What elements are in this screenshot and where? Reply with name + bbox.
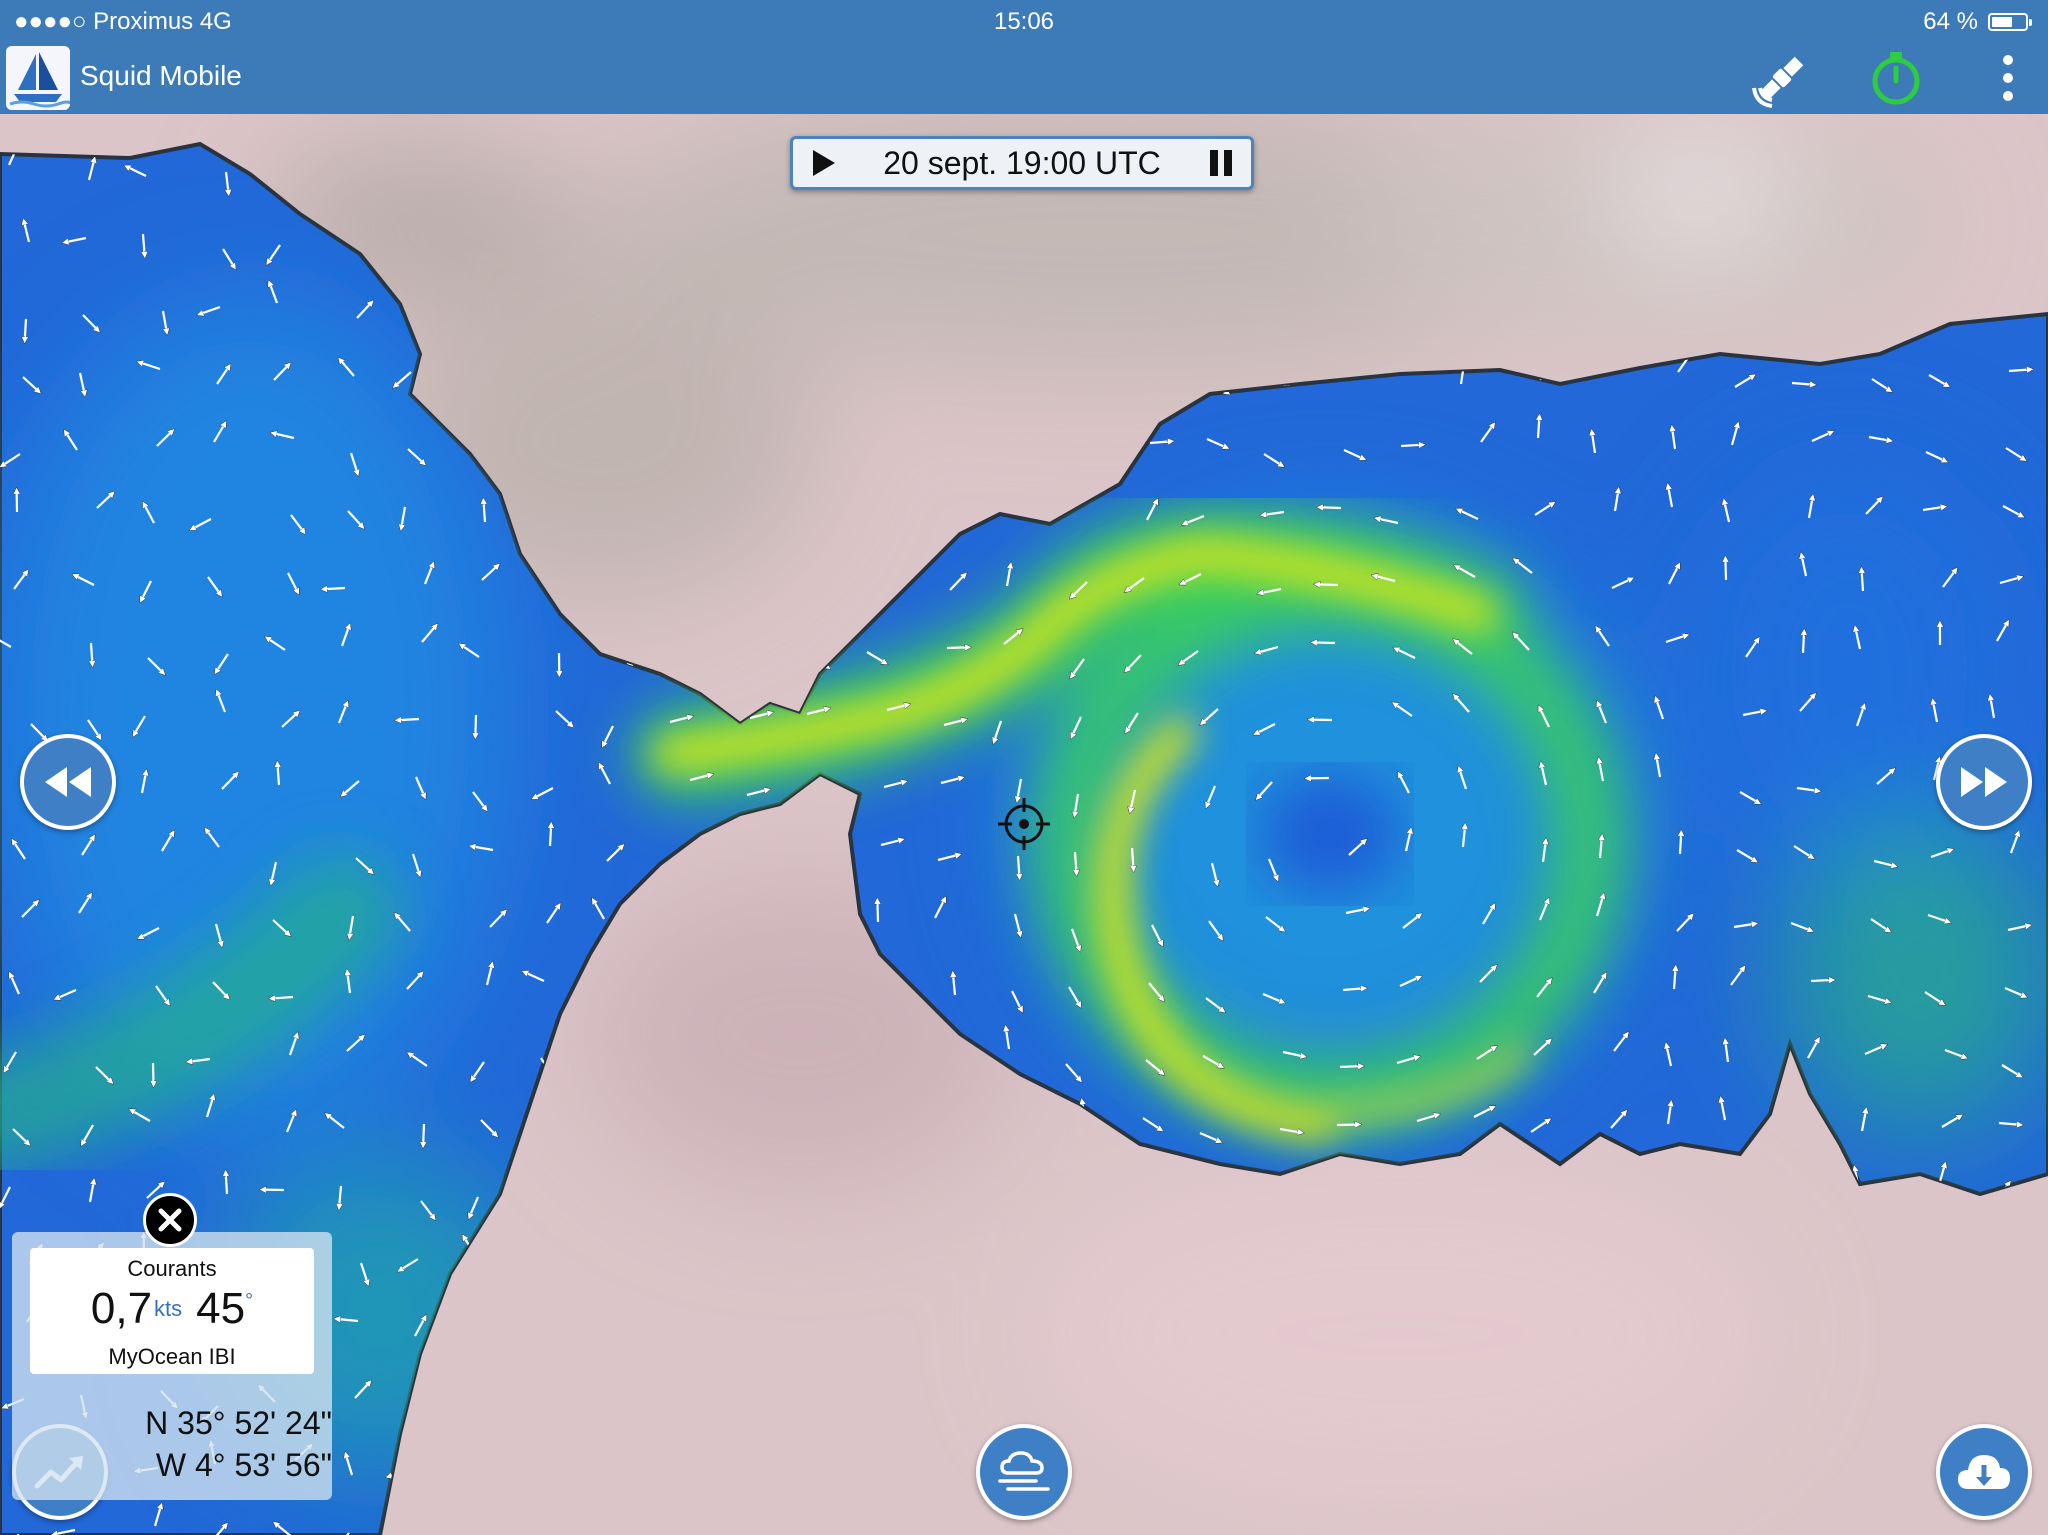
- forecast-timestamp[interactable]: 20 sept. 19:00 UTC: [853, 145, 1191, 182]
- current-arrow: [1680, 832, 1681, 855]
- stopwatch-icon[interactable]: [1866, 48, 1926, 108]
- boat-logo-icon[interactable]: [6, 46, 70, 110]
- current-arrow: [1313, 642, 1336, 643]
- current-arrow: [1538, 416, 1539, 439]
- app-bar: Squid Mobile: [0, 42, 2048, 114]
- pause-button[interactable]: [1191, 139, 1251, 187]
- weather-icon: [998, 1451, 1050, 1491]
- current-arrow: [1018, 855, 1020, 878]
- current-values: 0,7kts 45°: [30, 1284, 314, 1334]
- current-arrow: [877, 900, 878, 923]
- battery-status: 64 %: [1923, 8, 2032, 36]
- current-arrow: [423, 1123, 424, 1146]
- point-info-panel: Courants 0,7kts 45° MyOcean IBI N 35° 52'…: [12, 1232, 332, 1500]
- current-arrow: [1319, 507, 1342, 508]
- app-title: Squid Mobile: [80, 60, 242, 91]
- status-bar: ●●●●○ Proximus 4G 15:06 64 %: [0, 0, 2048, 42]
- rewind-button[interactable]: [20, 734, 116, 830]
- speed-unit: kts: [154, 1296, 183, 1321]
- current-arrow: [271, 997, 294, 999]
- current-arrow: [550, 824, 551, 847]
- current-readout: Courants 0,7kts 45° MyOcean IBI: [30, 1248, 314, 1374]
- rewind-icon: [45, 767, 91, 797]
- close-info-button[interactable]: [143, 1193, 197, 1247]
- clock: 15:06: [993, 8, 1055, 35]
- more-vertical-icon[interactable]: [1978, 48, 2038, 108]
- current-arrow: [475, 714, 476, 737]
- current-arrow: [1075, 851, 1077, 874]
- play-button[interactable]: [793, 139, 853, 187]
- close-icon: [158, 1208, 182, 1232]
- download-button[interactable]: [1936, 1424, 2032, 1520]
- cloud-download-icon: [1958, 1455, 2010, 1489]
- current-arrow: [397, 719, 420, 720]
- current-arrow: [153, 1062, 154, 1085]
- data-source: MyOcean IBI: [108, 1344, 236, 1369]
- current-speed: 0,7: [90, 1284, 153, 1333]
- current-arrow: [1132, 847, 1134, 870]
- time-control: 20 sept. 19:00 UTC: [790, 136, 1254, 190]
- current-arrow: [1336, 1124, 1359, 1125]
- current-arrow: [1810, 980, 1833, 981]
- current-arrow: [1862, 569, 1863, 592]
- longitude: W 4° 53' 56": [155, 1447, 332, 1483]
- fast-forward-button[interactable]: [1936, 734, 2032, 830]
- fast-forward-icon: [1961, 767, 2007, 797]
- current-arrow: [1725, 558, 1726, 581]
- current-arrow: [323, 588, 346, 589]
- battery-icon: [1988, 13, 2032, 31]
- battery-percent: 64 %: [1923, 8, 1978, 35]
- gps-satellite-icon[interactable]: [1752, 48, 1812, 108]
- direction-unit: °: [245, 1290, 254, 1312]
- current-arrow: [25, 318, 26, 341]
- current-arrow: [1316, 584, 1339, 585]
- play-icon: [813, 150, 835, 176]
- current-arrow: [226, 1172, 227, 1195]
- current-arrow: [946, 647, 969, 648]
- current-arrow: [1803, 631, 1804, 654]
- pause-icon: [1210, 150, 1232, 176]
- current-arrow: [1400, 445, 1423, 446]
- layer-name: Courants: [127, 1256, 217, 1281]
- weather-button[interactable]: [976, 1424, 1072, 1520]
- current-arrow: [91, 642, 92, 665]
- latitude: N 35° 52' 24": [145, 1405, 332, 1441]
- current-arrow: [1339, 1066, 1362, 1067]
- coordinates: N 35° 52' 24" W 4° 53' 56": [112, 1402, 332, 1486]
- current-direction: 45: [196, 1284, 246, 1333]
